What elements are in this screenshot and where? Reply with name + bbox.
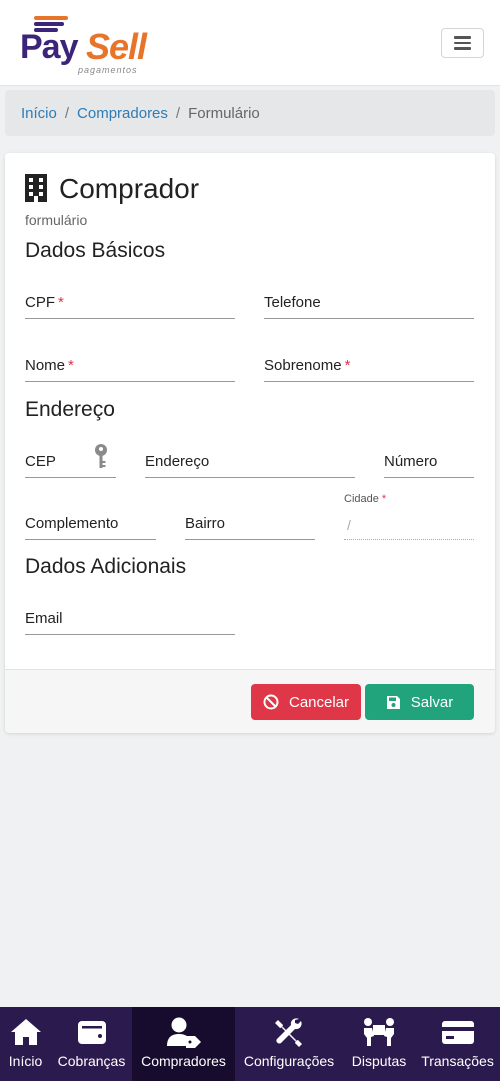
page-title-text: Comprador bbox=[59, 173, 200, 204]
logo-subtitle: pagamentos bbox=[78, 65, 138, 75]
nav-item-disputes[interactable]: Disputas bbox=[343, 1007, 415, 1081]
key-icon[interactable] bbox=[94, 444, 108, 470]
section-address: Endereço bbox=[25, 398, 115, 421]
breadcrumb: Início / Compradores / Formulário bbox=[5, 90, 495, 136]
page-title: Comprador bbox=[25, 173, 199, 205]
required-mark: * bbox=[68, 357, 74, 374]
name-field[interactable]: Nome * bbox=[25, 354, 235, 382]
district-field[interactable]: Bairro bbox=[185, 512, 315, 540]
floppy-disk-icon bbox=[386, 695, 400, 709]
buyer-form-card: Comprador formulário Dados Básicos CPF * … bbox=[5, 153, 495, 733]
city-label: Cidade * bbox=[344, 493, 387, 505]
page-subtitle: formulário bbox=[25, 212, 88, 228]
home-icon bbox=[10, 1019, 41, 1045]
number-label: Número bbox=[384, 453, 438, 470]
nav-item-charges[interactable]: Cobranças bbox=[51, 1007, 132, 1081]
city-field[interactable]: / bbox=[344, 512, 474, 540]
cep-field[interactable]: CEP bbox=[25, 444, 116, 478]
complement-label: Complemento bbox=[25, 515, 119, 532]
nav-label-home: Início bbox=[8, 1053, 43, 1069]
cpf-field[interactable]: CPF * bbox=[25, 291, 235, 319]
nav-item-buyers[interactable]: Compradores bbox=[132, 1007, 235, 1081]
address-label: Endereço bbox=[145, 453, 210, 470]
surname-field[interactable]: Sobrenome * bbox=[264, 354, 474, 382]
city-value: / bbox=[347, 517, 351, 533]
nav-label-charges: Cobranças bbox=[57, 1053, 126, 1069]
tools-icon bbox=[275, 1018, 302, 1047]
breadcrumb-home-link[interactable]: Início bbox=[21, 105, 57, 122]
breadcrumb-separator: / bbox=[64, 104, 70, 122]
nav-label-buyers: Compradores bbox=[141, 1053, 226, 1069]
building-icon bbox=[25, 174, 47, 202]
people-carry-icon bbox=[364, 1018, 394, 1046]
user-tag-icon bbox=[166, 1017, 201, 1048]
cpf-label: CPF * bbox=[25, 294, 64, 311]
nav-item-home[interactable]: Início bbox=[0, 1007, 51, 1081]
address-field[interactable]: Endereço bbox=[145, 450, 355, 478]
breadcrumb-current: Formulário bbox=[188, 104, 260, 122]
required-mark: * bbox=[344, 357, 351, 374]
phone-field[interactable]: Telefone bbox=[264, 291, 474, 319]
email-label: Email bbox=[25, 610, 63, 627]
form-actions: Cancelar Salvar bbox=[5, 669, 495, 733]
required-mark: * bbox=[381, 493, 387, 505]
bottom-navigation: Início Cobranças Compradores Configuraçõ… bbox=[0, 1007, 500, 1081]
cancel-button[interactable]: Cancelar bbox=[251, 684, 361, 720]
menu-toggle-button[interactable] bbox=[441, 28, 484, 58]
complement-field[interactable]: Complemento bbox=[25, 512, 156, 540]
top-navbar: Pay Sell pagamentos bbox=[0, 0, 500, 86]
surname-label: Sobrenome * bbox=[264, 357, 351, 374]
cancel-label: Cancelar bbox=[288, 693, 350, 711]
save-button[interactable]: Salvar bbox=[365, 684, 474, 720]
phone-label: Telefone bbox=[264, 294, 321, 311]
nav-label-disputes: Disputas bbox=[351, 1053, 407, 1069]
nav-label-settings: Configurações bbox=[243, 1053, 335, 1069]
credit-card-icon bbox=[441, 1021, 474, 1044]
section-basic-data: Dados Básicos bbox=[25, 239, 166, 262]
number-field[interactable]: Número bbox=[384, 450, 474, 478]
nav-item-settings[interactable]: Configurações bbox=[235, 1007, 343, 1081]
logo-sell-text: Sell bbox=[86, 26, 147, 67]
nav-label-transactions: Transações bbox=[421, 1053, 494, 1069]
save-label: Salvar bbox=[410, 693, 454, 711]
logo-pay-text: Pay bbox=[20, 28, 78, 66]
breadcrumb-separator: / bbox=[175, 104, 181, 122]
wallet-icon bbox=[77, 1021, 106, 1044]
ban-icon bbox=[263, 694, 279, 710]
district-label: Bairro bbox=[185, 515, 226, 532]
section-additional-data: Dados Adicionais bbox=[25, 555, 187, 578]
breadcrumb-buyers-link[interactable]: Compradores bbox=[77, 105, 168, 122]
hamburger-icon bbox=[454, 36, 471, 39]
paysell-logo[interactable]: Pay Sell pagamentos bbox=[20, 12, 150, 76]
email-field[interactable]: Email bbox=[25, 607, 235, 635]
required-mark: * bbox=[58, 294, 64, 311]
nav-item-transactions[interactable]: Transações bbox=[415, 1007, 500, 1081]
cep-label: CEP bbox=[25, 453, 56, 470]
name-label: Nome * bbox=[25, 357, 74, 374]
